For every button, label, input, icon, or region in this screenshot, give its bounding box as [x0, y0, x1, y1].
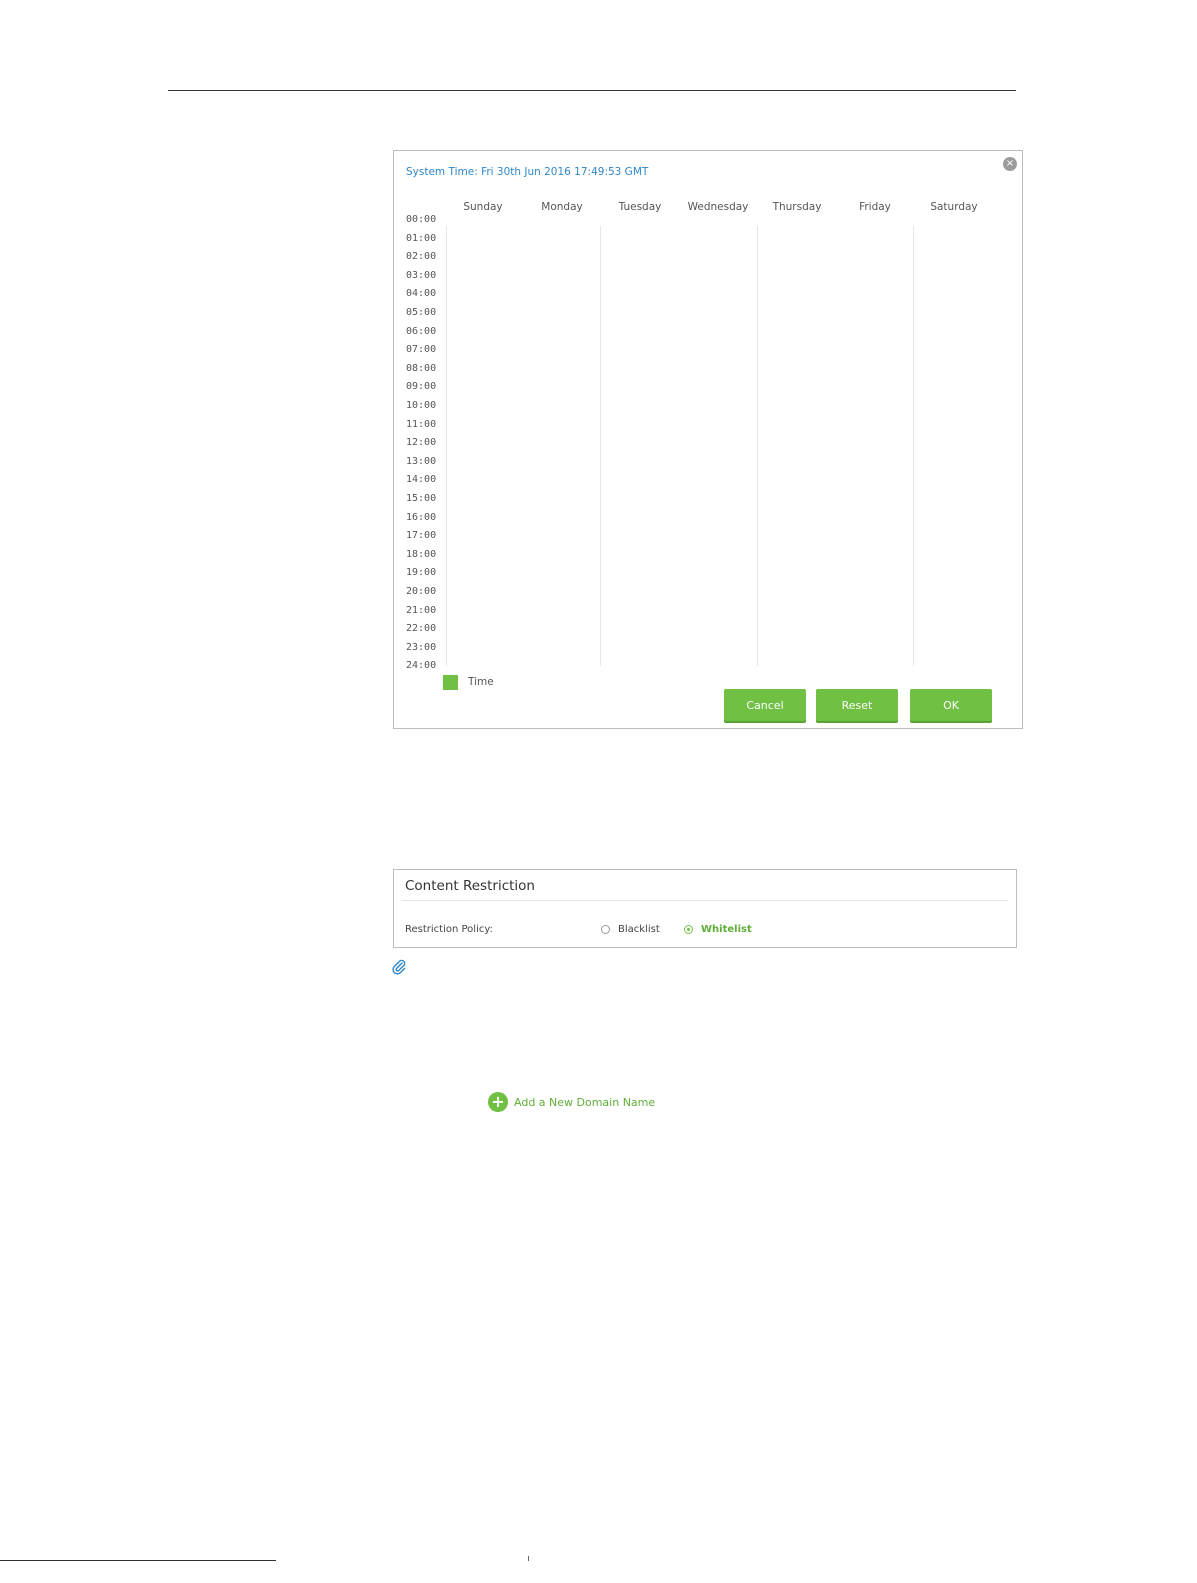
- restriction-policy-label: Restriction Policy:: [405, 924, 493, 935]
- hour-label: 17:00: [406, 530, 437, 542]
- hour-label: 10:00: [406, 400, 437, 411]
- day-header: Saturday: [930, 201, 978, 213]
- divider: [402, 900, 1008, 901]
- hour-label: 14:00: [406, 474, 437, 486]
- hour-label: 08:00: [406, 362, 437, 374]
- hour-label: 02:00: [406, 251, 437, 263]
- content-restriction-panel: Content Restriction Restriction Policy: …: [393, 869, 1017, 948]
- plus-circle-icon: +: [488, 1092, 508, 1112]
- hour-label: 18:00: [406, 548, 437, 560]
- day-header: Sunday: [463, 201, 503, 213]
- hour-label: 01:00: [406, 232, 437, 244]
- day-header: Wednesday: [687, 201, 749, 213]
- hour-label: 09:00: [406, 381, 437, 393]
- legend-swatch: [443, 675, 458, 690]
- hour-label: 13:00: [406, 455, 437, 467]
- panel-title: Content Restriction: [405, 878, 535, 894]
- whitelist-radio[interactable]: [684, 925, 693, 934]
- hour-label: 00:00: [406, 214, 437, 225]
- hour-label: 22:00: [406, 623, 437, 635]
- hour-label: 06:00: [406, 325, 437, 337]
- hour-label: 15:00: [406, 493, 437, 504]
- hour-label: 12:00: [406, 437, 437, 449]
- day-header: Friday: [859, 201, 891, 213]
- close-icon[interactable]: ×: [1003, 157, 1017, 171]
- ok-button[interactable]: OK: [910, 689, 992, 721]
- hour-label: 19:00: [406, 567, 437, 579]
- whitelist-label[interactable]: Whitelist: [701, 924, 752, 935]
- hour-label: 21:00: [406, 604, 437, 616]
- hour-label: 24:00: [406, 660, 437, 672]
- schedule-grid[interactable]: [446, 226, 992, 666]
- schedule-dialog: System Time: Fri 30th Jun 2016 17:49:53 …: [393, 150, 1023, 729]
- blacklist-radio[interactable]: [601, 925, 610, 934]
- add-domain-button[interactable]: + Add a New Domain Name: [488, 1092, 655, 1112]
- hour-label: 04:00: [406, 288, 437, 300]
- hour-label: 03:00: [406, 269, 437, 281]
- hour-label: 11:00: [406, 418, 437, 430]
- day-header: Thursday: [772, 201, 822, 213]
- day-header: Monday: [541, 201, 583, 213]
- cancel-button[interactable]: Cancel: [724, 689, 806, 721]
- hour-label: 20:00: [406, 586, 437, 597]
- add-domain-label: Add a New Domain Name: [514, 1095, 656, 1109]
- hour-label: 05:00: [406, 307, 437, 318]
- header-rule: [168, 90, 1016, 91]
- footer-tick: [528, 1556, 529, 1561]
- hour-label: 16:00: [406, 511, 437, 523]
- legend-label: Time: [468, 676, 494, 688]
- blacklist-label[interactable]: Blacklist: [618, 924, 660, 935]
- paperclip-icon: [392, 959, 406, 975]
- system-time: System Time: Fri 30th Jun 2016 17:49:53 …: [406, 166, 649, 178]
- day-header: Tuesday: [618, 201, 662, 213]
- hour-label: 07:00: [406, 344, 437, 356]
- footer-rule: [0, 1560, 276, 1561]
- reset-button[interactable]: Reset: [816, 689, 898, 721]
- hour-label: 23:00: [406, 641, 437, 653]
